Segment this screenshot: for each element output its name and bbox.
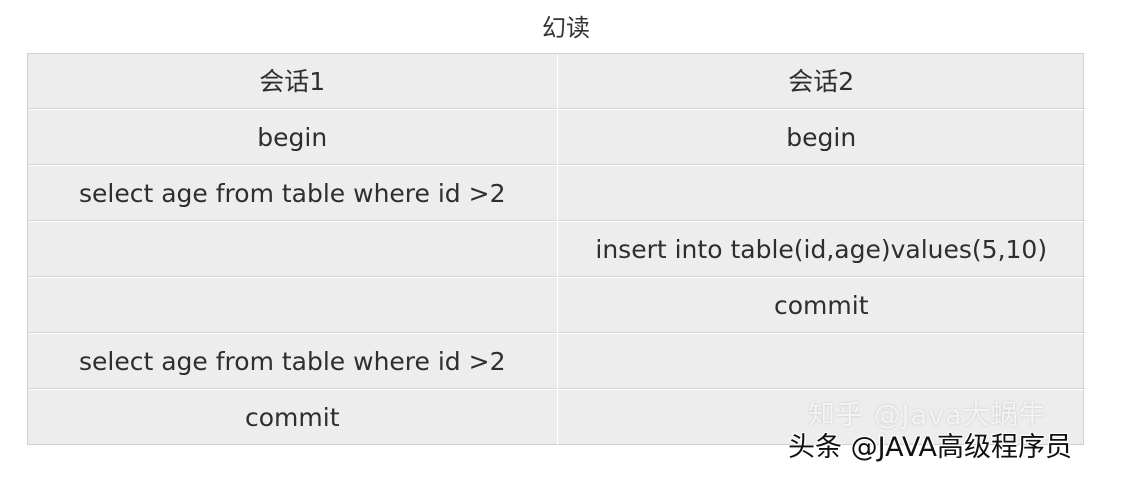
- header-session-2: 会话2: [557, 54, 1085, 110]
- table-row: select age from table where id >2: [28, 333, 1085, 390]
- table-row: begin begin: [28, 109, 1085, 166]
- session-table: 会话1 会话2 begin begin select age from tabl…: [27, 53, 1085, 445]
- session-2-cell: begin: [557, 109, 1085, 166]
- toutiao-watermark: 头条 @JAVA高级程序员: [788, 432, 1073, 463]
- session-2-cell: [557, 165, 1085, 222]
- session-2-cell: [557, 333, 1085, 390]
- table-row: insert into table(id,age)values(5,10): [28, 221, 1085, 278]
- session-2-cell: commit: [557, 277, 1085, 334]
- session-1-cell: [28, 277, 558, 334]
- table-row: select age from table where id >2: [28, 165, 1085, 222]
- session-2-cell: insert into table(id,age)values(5,10): [557, 221, 1085, 278]
- session-1-cell: begin: [28, 109, 558, 166]
- page-title: 幻读: [542, 14, 590, 42]
- session-1-cell: [28, 221, 558, 278]
- session-1-cell: select age from table where id >2: [28, 333, 558, 390]
- zhihu-watermark: 知乎 @Java大蜗牛: [808, 400, 1047, 431]
- header-session-1: 会话1: [28, 54, 558, 110]
- session-1-cell: commit: [28, 389, 558, 445]
- session-comparison-table: 会话1 会话2 begin begin select age from tabl…: [28, 54, 1085, 445]
- table-row: commit: [28, 277, 1085, 334]
- table-header-row: 会话1 会话2: [28, 54, 1085, 110]
- session-1-cell: select age from table where id >2: [28, 165, 558, 222]
